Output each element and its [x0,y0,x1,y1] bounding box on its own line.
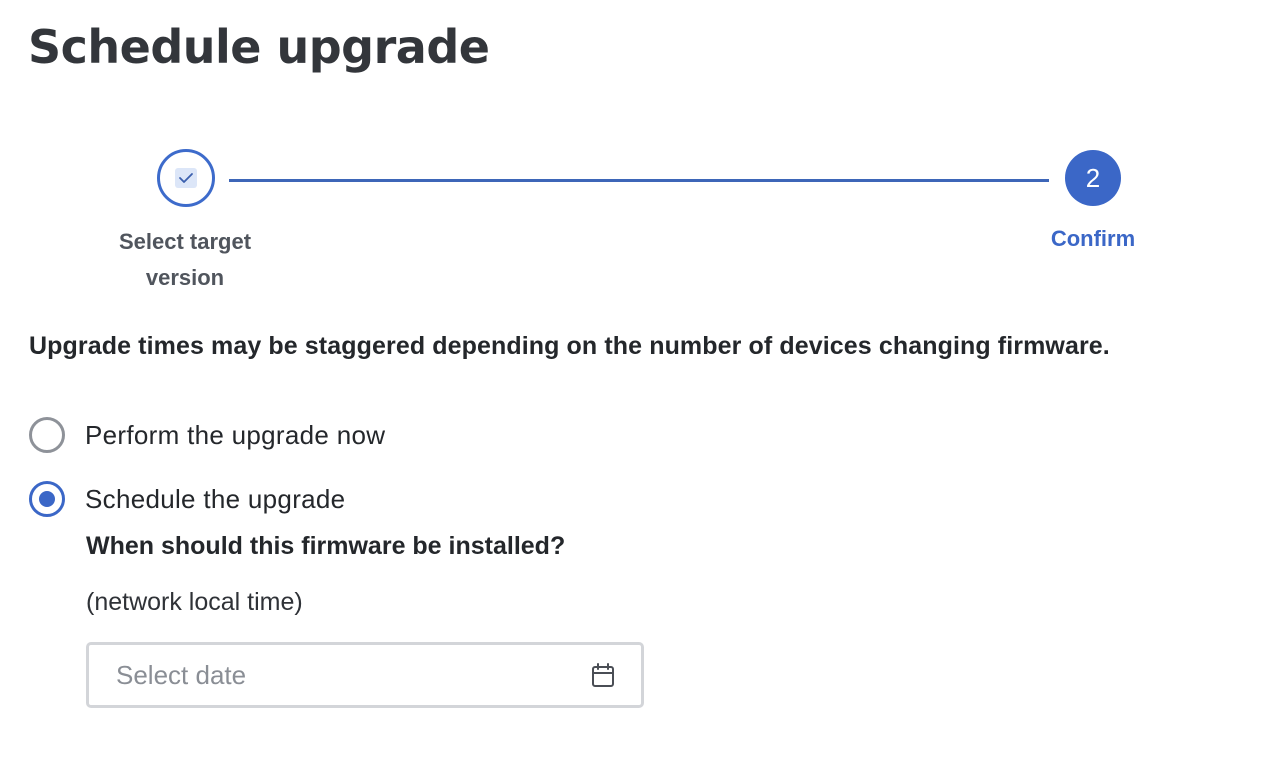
radio-perform-now[interactable] [29,417,65,453]
option-perform-now[interactable]: Perform the upgrade now [29,417,385,453]
check-icon [175,168,197,188]
step-1-completed-indicator[interactable] [157,149,215,207]
progress-stepper: Select target version 2 Confirm [0,0,1276,300]
step-2-active-indicator: 2 [1065,150,1121,206]
date-picker-field[interactable] [86,642,644,708]
install-time-question: When should this firmware be installed? [86,532,566,560]
step-1-label: Select target version [118,229,252,290]
stagger-notice: Upgrade times may be staggered depending… [29,332,1110,360]
stepper-connector-line [229,179,1049,182]
option-schedule-label: Schedule the upgrade [85,483,346,514]
step-2-label: Confirm [1050,226,1136,251]
option-perform-now-label: Perform the upgrade now [85,419,386,450]
date-input[interactable] [114,658,558,692]
radio-schedule[interactable] [29,481,65,517]
timezone-note: (network local time) [86,588,303,616]
option-schedule[interactable]: Schedule the upgrade [29,481,345,517]
calendar-icon[interactable] [591,663,615,689]
